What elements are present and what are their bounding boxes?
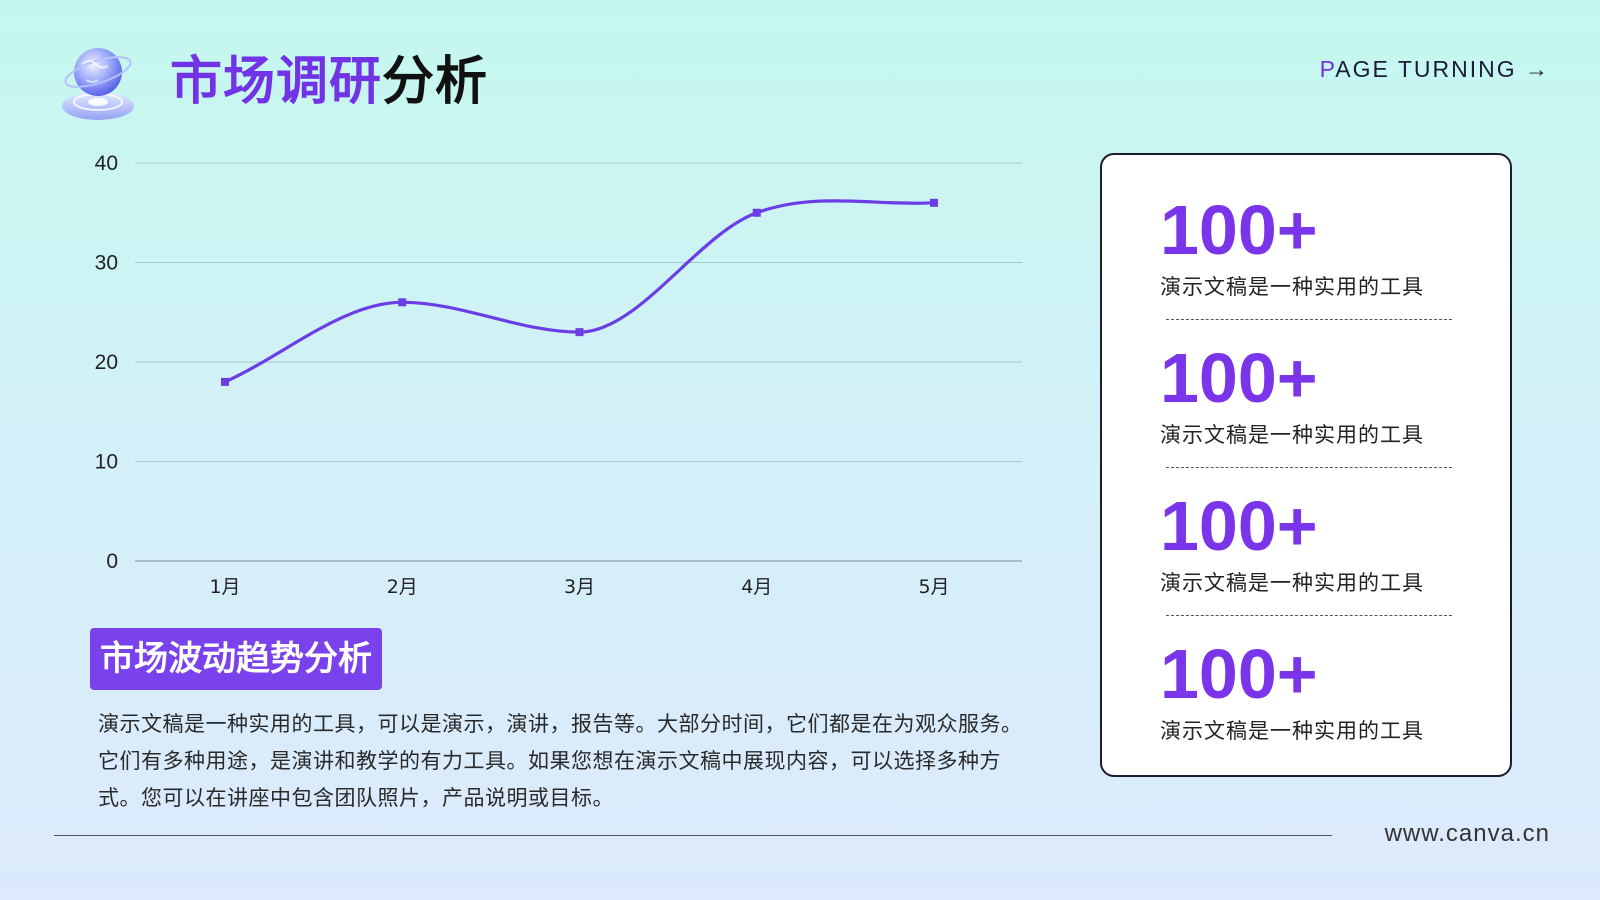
data-point [930,198,938,207]
data-point [398,298,407,307]
stat-divider [1166,467,1452,468]
x-tick-label: 1月 [209,576,240,598]
page-turning-initial: P [1319,56,1336,82]
stat-item: 100+ 演示文稿是一种实用的工具 [1160,195,1480,301]
chart-x-ticks: 1月 2月 3月 4月 5月 [209,576,949,598]
stat-value: 100+ [1160,339,1318,417]
y-tick-label: 20 [95,351,118,374]
y-tick-label: 30 [95,252,118,275]
stat-item: 100+ 演示文稿是一种实用的工具 [1160,491,1480,597]
y-tick-label: 40 [95,152,118,175]
series-line [223,199,936,384]
x-tick-label: 2月 [387,576,418,598]
stat-label: 演示文稿是一种实用的工具 [1160,571,1424,595]
stat-label: 演示文稿是一种实用的工具 [1160,275,1424,299]
stat-value: 100+ [1160,487,1318,565]
x-tick-label: 4月 [741,576,772,598]
y-tick-label: 0 [106,550,118,573]
x-tick-label: 5月 [918,576,949,598]
chart-series [221,198,938,386]
stat-item: 100+ 演示文稿是一种实用的工具 [1160,639,1480,745]
stat-value: 100+ [1160,191,1318,269]
data-point [752,208,761,217]
y-tick-label: 10 [95,451,118,474]
section-subtitle: 市场波动趋势分析 [90,628,382,690]
chart-gridlines [135,162,1022,562]
page-turning-link[interactable]: PAGE TURNING → [1320,56,1550,83]
section-description: 演示文稿是一种实用的工具，可以是演示，演讲，报告等。大部分时间，它们都是在为观众… [98,712,1023,810]
chart-y-ticks: 0 10 20 30 40 [95,152,118,573]
stats-card: 100+ 演示文稿是一种实用的工具 100+ 演示文稿是一种实用的工具 100+… [1100,153,1512,777]
stat-divider [1166,319,1452,320]
x-tick-label: 3月 [564,576,595,598]
data-point [575,328,584,337]
stat-item: 100+ 演示文稿是一种实用的工具 [1160,343,1480,449]
stat-divider [1166,615,1452,616]
page-turning-label: AGE TURNING → [1335,56,1550,82]
footer-divider [54,835,1332,836]
footer-site-link[interactable]: www.canva.cn [1385,820,1550,848]
line-chart: 0 10 20 30 40 1月 2月 3月 4月 5月 [95,152,1022,598]
stat-label: 演示文稿是一种实用的工具 [1160,423,1424,447]
data-point [221,377,229,386]
stat-value: 100+ [1160,635,1318,713]
stat-label: 演示文稿是一种实用的工具 [1160,719,1424,743]
